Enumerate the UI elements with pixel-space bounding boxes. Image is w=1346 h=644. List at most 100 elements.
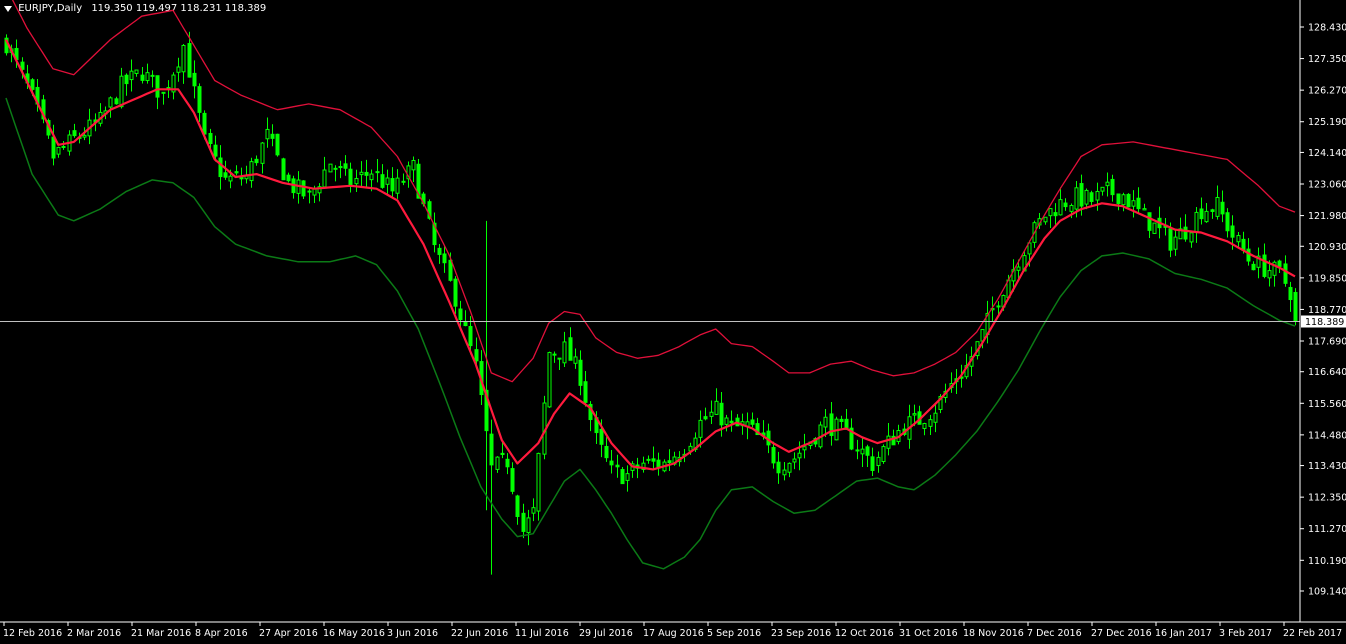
- candle-body: [536, 452, 541, 512]
- x-tick-label: 29 Jul 2016: [579, 628, 633, 639]
- candle-body: [515, 495, 520, 517]
- candle-body: [667, 460, 672, 464]
- candle-body: [72, 130, 77, 137]
- y-tick-label: 117.690: [1308, 337, 1346, 348]
- candle-body: [876, 456, 881, 467]
- candle-body: [140, 74, 145, 81]
- candle-body: [1110, 178, 1115, 196]
- candle-body: [1084, 189, 1089, 205]
- candle-body: [108, 97, 113, 108]
- candle-body: [1147, 212, 1152, 231]
- y-tick-label: 116.640: [1308, 367, 1346, 378]
- candle-body: [620, 469, 625, 485]
- candle-body: [1189, 232, 1194, 243]
- candle-body: [187, 43, 192, 78]
- candle-body: [129, 70, 134, 81]
- candle-body: [1100, 186, 1105, 192]
- candle-body: [547, 352, 552, 408]
- candle-body: [771, 447, 776, 464]
- candle-body: [234, 171, 239, 174]
- candle-body: [254, 158, 259, 164]
- candle-body: [1199, 208, 1204, 220]
- axes-layer: 128.430 127.350 126.270 125.190 124.140 123.0…: [0, 0, 1346, 639]
- y-tick-label: 121.980: [1308, 211, 1346, 222]
- candle-body: [568, 337, 573, 361]
- candle-body: [922, 422, 927, 429]
- y-tick-label: 112.350: [1308, 493, 1346, 504]
- lower-band-line: [5, 97, 1296, 570]
- candle-body: [301, 180, 306, 197]
- y-tick-label: 119.850: [1308, 273, 1346, 284]
- x-tick-label: 7 Dec 2016: [1027, 628, 1082, 639]
- candle-body: [1168, 228, 1173, 251]
- candle-body: [1105, 181, 1110, 187]
- candle-body: [333, 167, 338, 170]
- candle-body: [495, 456, 500, 470]
- candle-body: [448, 259, 453, 281]
- candle-body: [609, 460, 614, 466]
- candle-body: [1069, 205, 1074, 212]
- candle-body: [270, 133, 275, 139]
- candle-body: [1095, 190, 1100, 201]
- candle-body: [1016, 266, 1021, 271]
- candle-body: [521, 512, 526, 532]
- candle-body: [338, 166, 343, 169]
- candle-body: [912, 413, 917, 416]
- candle-body: [562, 341, 567, 364]
- candle-body: [275, 133, 280, 156]
- candle-body: [583, 381, 588, 403]
- candle-body: [213, 144, 218, 157]
- candle-body: [1173, 236, 1178, 250]
- price-chart[interactable]: 118.389 128.430 127.350 126.270 125.190 124.…: [0, 0, 1346, 644]
- x-tick-label: 27 Apr 2016: [259, 628, 318, 639]
- candle-body: [380, 174, 385, 188]
- candle-body: [1283, 263, 1288, 284]
- candle-body: [51, 136, 56, 159]
- y-tick-label: 125.190: [1308, 117, 1346, 128]
- candle-body: [385, 177, 390, 185]
- candle-body: [787, 462, 792, 473]
- candle-body: [1089, 192, 1094, 202]
- candle-body: [839, 418, 844, 422]
- candle-body: [656, 459, 661, 468]
- candle-body: [1043, 216, 1048, 223]
- candle-body: [1058, 199, 1063, 216]
- candle-body: [458, 308, 463, 321]
- candle-body: [1074, 187, 1079, 210]
- candle-body: [1136, 197, 1141, 210]
- candle-body: [322, 169, 327, 188]
- candle-body: [1241, 238, 1246, 251]
- candle-body: [870, 456, 875, 471]
- candle-body: [208, 132, 213, 144]
- candle-body: [928, 419, 933, 427]
- candle-body: [442, 253, 447, 264]
- candle-body: [698, 419, 703, 438]
- candle-body: [782, 469, 787, 476]
- candle-body: [364, 171, 369, 176]
- y-tick-label: 120.930: [1308, 242, 1346, 253]
- candle-body: [1215, 197, 1220, 217]
- candle-body: [161, 91, 166, 94]
- candle-body: [307, 190, 312, 193]
- candle-body: [1063, 202, 1068, 208]
- candle-body: [228, 175, 233, 182]
- candle-body: [651, 458, 656, 462]
- candle-body: [1183, 226, 1188, 240]
- candle-body: [599, 428, 604, 445]
- x-tick-label: 12 Oct 2016: [835, 628, 894, 639]
- x-tick-label: 22 Jun 2016: [451, 628, 508, 639]
- candle-body: [134, 69, 139, 74]
- candle-body: [1116, 193, 1121, 204]
- candle-body: [1121, 194, 1126, 206]
- candle-body: [724, 417, 729, 425]
- candle-body: [703, 416, 708, 420]
- candle-body: [886, 435, 891, 449]
- candle-body: [375, 171, 380, 174]
- x-tick-label: 16 Jan 2017: [1155, 628, 1212, 639]
- candle-body: [557, 357, 562, 360]
- y-tick-label: 109.140: [1308, 587, 1346, 598]
- candle-body: [1053, 212, 1058, 217]
- x-tick-label: 21 Mar 2016: [131, 628, 191, 639]
- candle-body: [468, 326, 473, 347]
- x-tick-label: 18 Nov 2016: [963, 628, 1024, 639]
